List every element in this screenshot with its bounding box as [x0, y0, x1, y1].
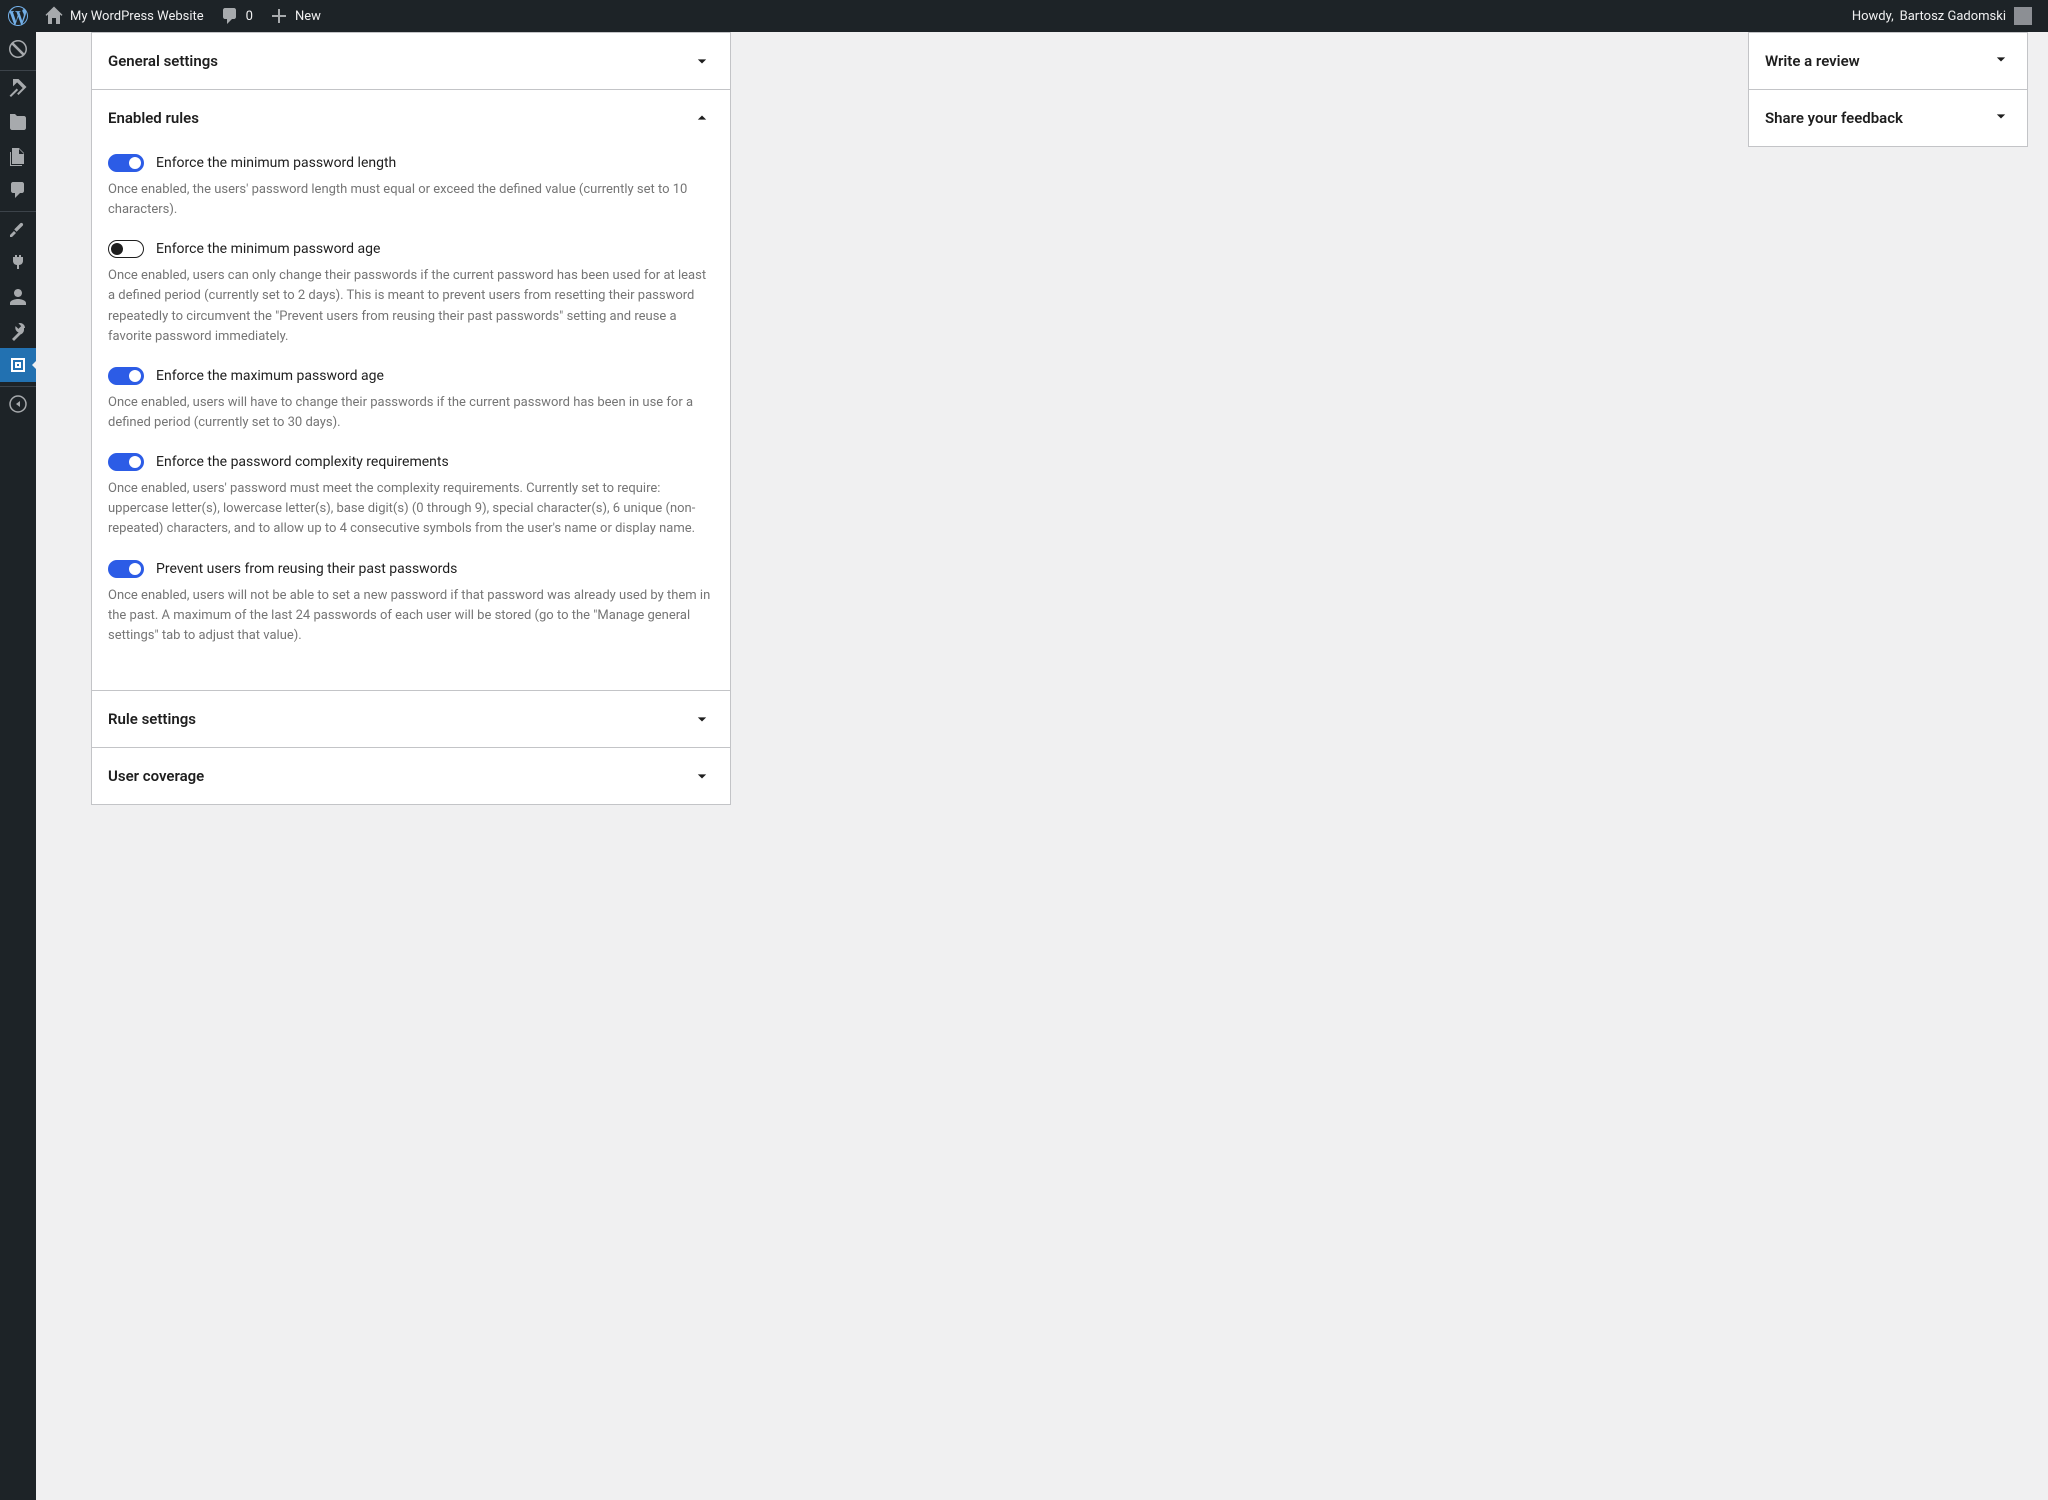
panel-header-user-coverage[interactable]: User coverage	[92, 748, 730, 804]
menu-tools[interactable]	[0, 314, 36, 348]
chevron-down-icon	[690, 764, 714, 788]
panel-title: Write a review	[1765, 52, 1860, 70]
chevron-down-icon	[1991, 106, 2011, 130]
site-title: My WordPress Website	[70, 9, 204, 24]
rule-description: Once enabled, users will have to change …	[108, 393, 714, 433]
panel-general-settings: General settings	[91, 32, 731, 90]
panel-header-general-settings[interactable]: General settings	[92, 33, 730, 89]
menu-dashboard[interactable]	[0, 32, 36, 66]
panel-user-coverage: User coverage	[91, 748, 731, 805]
panel-header-rule-settings[interactable]: Rule settings	[92, 691, 730, 747]
side-panel-share-feedback: Share your feedback	[1748, 89, 2028, 147]
user-account-link[interactable]: Howdy, Bartosz Gadomski	[1838, 0, 2040, 32]
menu-posts[interactable]	[0, 71, 36, 105]
panel-title: Rule settings	[108, 710, 196, 728]
new-label: New	[295, 9, 321, 24]
panel-enabled-rules: Enabled rules Enforce the minimum passwo…	[91, 90, 731, 691]
side-panel-header-share-feedback[interactable]: Share your feedback	[1749, 90, 2027, 146]
rule-toggle-1[interactable]	[108, 240, 144, 258]
chevron-down-icon	[1991, 49, 2011, 73]
comments-link[interactable]: 0	[212, 0, 261, 32]
avatar	[2014, 7, 2032, 25]
chevron-up-icon	[690, 106, 714, 130]
side-panel-write-review: Write a review	[1748, 32, 2028, 90]
panel-title: User coverage	[108, 767, 204, 785]
panel-title: Enabled rules	[108, 109, 199, 127]
menu-users[interactable]	[0, 280, 36, 314]
side-menu	[0, 32, 36, 1500]
rule-description: Once enabled, users' password must meet …	[108, 479, 714, 539]
comments-count: 0	[246, 9, 253, 24]
rule-label: Enforce the maximum password age	[156, 368, 384, 384]
rule-toggle-0[interactable]	[108, 154, 144, 172]
rule-label: Prevent users from reusing their past pa…	[156, 561, 457, 577]
new-content-link[interactable]: New	[261, 0, 329, 32]
wp-logo[interactable]	[0, 0, 36, 32]
rule-description: Once enabled, users will not be able to …	[108, 586, 714, 646]
side-panel-header-write-review[interactable]: Write a review	[1749, 33, 2027, 89]
user-name: Bartosz Gadomski	[1900, 9, 2006, 24]
menu-plugins[interactable]	[0, 246, 36, 280]
menu-pages[interactable]	[0, 139, 36, 173]
menu-settings[interactable]	[0, 348, 36, 382]
panel-title: General settings	[108, 52, 218, 70]
chevron-down-icon	[690, 49, 714, 73]
panel-title: Share your feedback	[1765, 109, 1903, 127]
menu-appearance[interactable]	[0, 212, 36, 246]
panel-rule-settings: Rule settings	[91, 691, 731, 748]
rule-toggle-4[interactable]	[108, 560, 144, 578]
admin-bar: My WordPress Website 0 New Howdy, Bartos…	[0, 0, 2048, 32]
rule-description: Once enabled, users can only change thei…	[108, 266, 714, 347]
howdy-prefix: Howdy,	[1852, 9, 1894, 24]
menu-collapse[interactable]	[0, 387, 36, 421]
menu-media[interactable]	[0, 105, 36, 139]
rule-toggle-2[interactable]	[108, 367, 144, 385]
rule-description: Once enabled, the users' password length…	[108, 180, 714, 220]
rule-label: Enforce the password complexity requirem…	[156, 454, 449, 470]
rule-label: Enforce the minimum password length	[156, 155, 396, 171]
rule-label: Enforce the minimum password age	[156, 241, 380, 257]
site-home-link[interactable]: My WordPress Website	[36, 0, 212, 32]
menu-comments[interactable]	[0, 173, 36, 207]
panel-header-enabled-rules[interactable]: Enabled rules	[92, 90, 730, 146]
chevron-down-icon	[690, 707, 714, 731]
rule-toggle-3[interactable]	[108, 453, 144, 471]
